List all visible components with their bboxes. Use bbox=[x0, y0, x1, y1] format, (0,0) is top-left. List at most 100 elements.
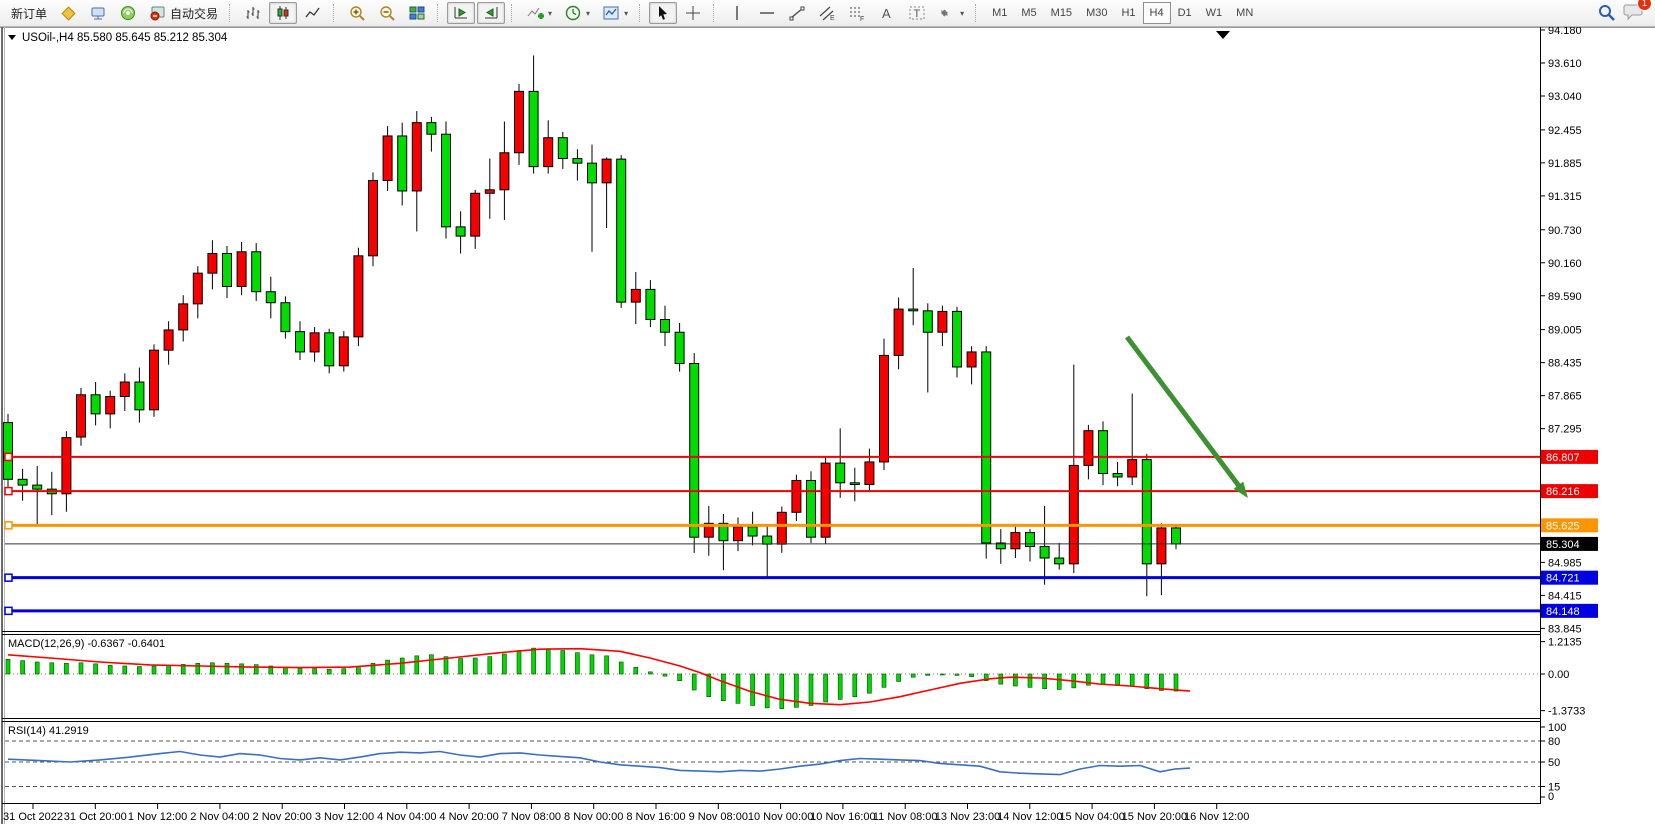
macd-bar bbox=[663, 674, 667, 676]
macd-bar bbox=[1013, 674, 1017, 686]
line-anchor-handle[interactable] bbox=[5, 488, 12, 495]
level-price-label-text: 85.625 bbox=[1546, 520, 1580, 532]
timeframe-button-M5[interactable]: M5 bbox=[1014, 2, 1043, 24]
candle-body bbox=[281, 303, 290, 332]
macd-bar bbox=[386, 660, 390, 674]
candle-body bbox=[442, 134, 451, 227]
time-axis-label: 3 Nov 12:00 bbox=[315, 811, 374, 823]
line-anchor-handle[interactable] bbox=[5, 453, 12, 460]
candle-body bbox=[33, 485, 42, 489]
fibonacci-button[interactable]: F bbox=[843, 2, 871, 24]
cursor-button[interactable] bbox=[649, 2, 677, 24]
macd-axis-label: 0.00 bbox=[1548, 669, 1569, 681]
line-anchor-handle[interactable] bbox=[5, 607, 12, 614]
candlestick-chart-button[interactable] bbox=[269, 2, 297, 24]
macd-axis-label: 1.2135 bbox=[1548, 637, 1582, 649]
timeframe-button-H4[interactable]: H4 bbox=[1143, 2, 1171, 24]
rsi-axis-label: 80 bbox=[1548, 736, 1560, 748]
macd-bar bbox=[1130, 674, 1134, 686]
line-anchor-handle[interactable] bbox=[5, 574, 12, 581]
candle-body bbox=[179, 304, 188, 330]
timeframe-button-M15[interactable]: M15 bbox=[1044, 2, 1079, 24]
time-axis-label: 8 Nov 16:00 bbox=[626, 811, 685, 823]
candle-body bbox=[237, 252, 246, 287]
horizontal-line-button[interactable] bbox=[753, 2, 781, 24]
arrows-button[interactable]: ▾ bbox=[933, 2, 969, 24]
macd-bar bbox=[502, 654, 506, 674]
price-axis-label: 84.985 bbox=[1548, 557, 1582, 569]
macd-bar bbox=[517, 651, 521, 674]
candle-body bbox=[588, 163, 597, 183]
timeframe-button-H1[interactable]: H1 bbox=[1114, 2, 1142, 24]
indicators-button[interactable]: ▾ bbox=[521, 2, 557, 24]
zoom-in-button[interactable] bbox=[343, 2, 371, 24]
price-axis-label: 83.845 bbox=[1548, 623, 1582, 635]
chart-shift-button[interactable] bbox=[477, 2, 505, 24]
rsi-axis-label: 50 bbox=[1548, 757, 1560, 769]
terminal-window-button[interactable] bbox=[84, 2, 112, 24]
candle-body bbox=[544, 138, 553, 167]
periods-button[interactable]: ▾ bbox=[559, 2, 595, 24]
candle-body bbox=[909, 309, 918, 311]
cursor-icon bbox=[654, 4, 672, 22]
notifications-button[interactable]: 1 bbox=[1623, 1, 1645, 26]
equidistant-channel-button[interactable]: E bbox=[813, 2, 841, 24]
zoom-out-button[interactable] bbox=[373, 2, 401, 24]
level-price-label-text: 86.216 bbox=[1546, 486, 1580, 498]
macd-bar bbox=[298, 668, 302, 674]
search-icon[interactable] bbox=[1597, 3, 1617, 23]
candle-body bbox=[967, 352, 976, 367]
candle-body bbox=[456, 227, 465, 236]
auto-scroll-button[interactable] bbox=[447, 2, 475, 24]
time-axis-label: 8 Nov 00:00 bbox=[564, 811, 623, 823]
line-chart-button[interactable] bbox=[299, 2, 327, 24]
new-order-button[interactable]: 新订单 bbox=[6, 2, 52, 24]
auto-trading-button[interactable]: 自动交易 bbox=[144, 2, 223, 24]
macd-axis-label: -1.3733 bbox=[1548, 706, 1585, 718]
vertical-line-button[interactable] bbox=[723, 2, 751, 24]
crosshair-button[interactable] bbox=[679, 2, 707, 24]
time-axis-label: 15 Nov 04:00 bbox=[1059, 811, 1124, 823]
timeframe-button-M1[interactable]: M1 bbox=[985, 2, 1014, 24]
candle-body bbox=[135, 382, 144, 410]
timeframe-button-W1[interactable]: W1 bbox=[1199, 2, 1230, 24]
timeframe-button-MN[interactable]: MN bbox=[1229, 2, 1260, 24]
tile-windows-icon bbox=[408, 4, 426, 22]
time-axis-label: 2 Nov 20:00 bbox=[253, 811, 312, 823]
candle-body bbox=[310, 333, 319, 352]
candle-body bbox=[938, 311, 947, 332]
vertical-line-icon bbox=[728, 4, 746, 22]
trendline-button[interactable] bbox=[783, 2, 811, 24]
timeframe-button-D1[interactable]: D1 bbox=[1171, 2, 1199, 24]
text-button[interactable]: A bbox=[873, 2, 901, 24]
level-price-label-text: 84.721 bbox=[1546, 573, 1580, 585]
line-chart-icon bbox=[304, 4, 322, 22]
macd-bar bbox=[605, 656, 609, 674]
toolbar-grip bbox=[975, 4, 979, 22]
candle-body bbox=[675, 332, 684, 363]
macd-bar bbox=[736, 674, 740, 703]
macd-bar bbox=[313, 669, 317, 674]
crosshair-icon bbox=[684, 4, 702, 22]
macd-bar bbox=[634, 667, 638, 674]
text-label-button[interactable]: T bbox=[903, 2, 931, 24]
yellow-diamond-icon[interactable] bbox=[54, 2, 82, 24]
macd-bar bbox=[356, 667, 360, 674]
templates-button[interactable]: ▾ bbox=[597, 2, 633, 24]
macd-bar bbox=[137, 667, 141, 674]
chart-area[interactable]: 94.18093.61093.04092.45591.88591.31590.7… bbox=[0, 0, 1655, 828]
candle-body bbox=[77, 395, 86, 437]
time-axis-label: 10 Nov 00:00 bbox=[748, 811, 813, 823]
candle-body bbox=[617, 159, 626, 302]
line-anchor-handle[interactable] bbox=[5, 522, 12, 529]
timeframe-button-M30[interactable]: M30 bbox=[1079, 2, 1114, 24]
candle-body bbox=[661, 320, 670, 333]
price-axis-label: 89.590 bbox=[1548, 291, 1582, 303]
macd-bar bbox=[21, 661, 25, 674]
macd-bar bbox=[64, 663, 68, 674]
tile-windows-button[interactable] bbox=[403, 2, 431, 24]
level-price-label-text: 84.148 bbox=[1546, 606, 1580, 618]
bar-chart-button[interactable] bbox=[239, 2, 267, 24]
signals-button[interactable] bbox=[114, 2, 142, 24]
signal-icon bbox=[119, 4, 137, 22]
